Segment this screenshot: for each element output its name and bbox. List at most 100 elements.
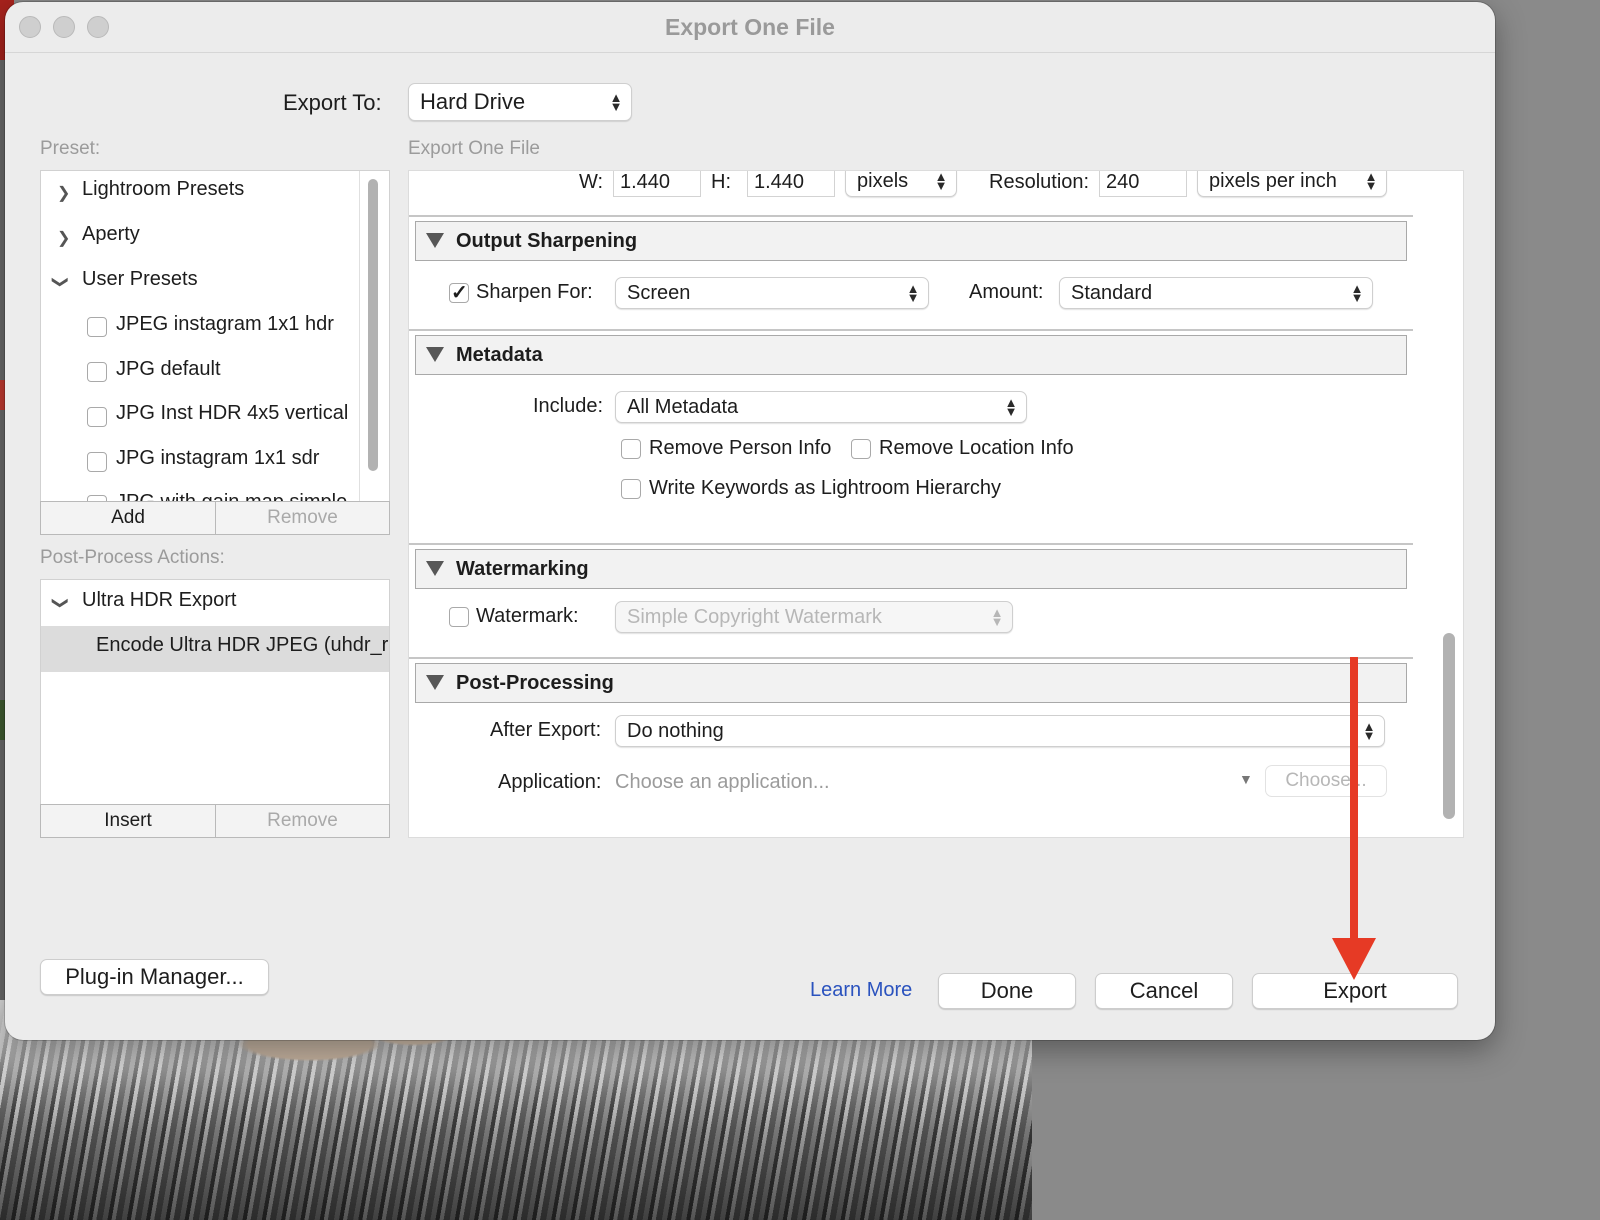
- section-divider: [409, 543, 1413, 545]
- post-process-caption: Post-Process Actions:: [40, 547, 225, 568]
- write-keywords-checkbox[interactable]: [621, 479, 641, 499]
- done-button[interactable]: Done: [938, 973, 1076, 1009]
- up-down-chevron-icon: ▲ ▼: [934, 170, 948, 193]
- after-export-label: After Export:: [490, 719, 602, 741]
- learn-more-link[interactable]: Learn More: [810, 979, 912, 1002]
- watermark-select[interactable]: Simple Copyright Watermark ▲ ▼: [615, 601, 1013, 633]
- add-preset-button[interactable]: Add: [40, 501, 216, 535]
- export-to-label: Export To:: [283, 90, 382, 115]
- application-label: Application:: [498, 771, 602, 793]
- preset-caption: Preset:: [40, 138, 101, 159]
- height-field[interactable]: 1.440: [747, 171, 835, 197]
- disclosure-triangle-icon: [426, 561, 444, 576]
- remove-person-info-label: Remove Person Info: [649, 437, 832, 459]
- amount-label: Amount:: [969, 281, 1044, 303]
- resolution-field[interactable]: 240: [1099, 171, 1187, 197]
- annotation-arrow-shaft: [1350, 657, 1358, 947]
- up-down-chevron-icon: ▲ ▼: [609, 90, 623, 114]
- preset-checkbox[interactable]: [87, 317, 107, 337]
- export-to-value: Hard Drive: [420, 89, 526, 114]
- watermarking-header[interactable]: Watermarking: [415, 549, 1407, 589]
- watermark-label: Watermark:: [476, 605, 579, 627]
- insert-action-button[interactable]: Insert: [40, 804, 216, 838]
- resolution-label: Resolution:: [989, 171, 1090, 193]
- up-down-chevron-icon: ▲ ▼: [1364, 170, 1378, 193]
- output-sharpening-title: Output Sharpening: [456, 230, 638, 252]
- metadata-title: Metadata: [456, 344, 543, 366]
- export-to-select[interactable]: Hard Drive ▲ ▼: [408, 83, 632, 121]
- settings-caption: Export One File: [408, 138, 540, 159]
- preset-item[interactable]: JPG instagram 1x1 sdr: [116, 447, 319, 470]
- amount-value: Standard: [1071, 282, 1153, 304]
- remove-person-info-checkbox[interactable]: [621, 439, 641, 459]
- scrollbar-track: [359, 171, 360, 501]
- dropdown-arrow-icon[interactable]: ▼: [1239, 771, 1253, 787]
- preset-checkbox[interactable]: [87, 407, 107, 427]
- amount-select[interactable]: Standard ▲ ▼: [1059, 277, 1373, 309]
- remove-location-info-label: Remove Location Info: [879, 437, 1074, 459]
- post-processing-header[interactable]: Post-Processing: [415, 663, 1407, 703]
- write-keywords-label: Write Keywords as Lightroom Hierarchy: [649, 477, 1001, 499]
- metadata-header[interactable]: Metadata: [415, 335, 1407, 375]
- size-unit-select[interactable]: pixels ▲ ▼: [845, 170, 957, 197]
- post-process-list[interactable]: ❯ Ultra HDR Export Encode Ultra HDR JPEG…: [40, 579, 390, 805]
- width-field[interactable]: 1.440: [613, 171, 701, 197]
- preset-checkbox[interactable]: [87, 452, 107, 472]
- sharpen-for-checkbox[interactable]: [449, 280, 469, 305]
- chevron-down-icon[interactable]: ❯: [51, 596, 71, 609]
- after-export-value: Do nothing: [627, 720, 724, 742]
- preset-item[interactable]: JPEG instagram 1x1 hdr: [116, 313, 334, 336]
- disclosure-triangle-icon: [426, 347, 444, 362]
- post-processing-title: Post-Processing: [456, 672, 614, 694]
- sharpen-for-label: Sharpen For:: [476, 281, 593, 303]
- include-label: Include:: [533, 395, 604, 417]
- height-label: H:: [711, 171, 731, 193]
- up-down-chevron-icon: ▲ ▼: [906, 281, 920, 305]
- chevron-down-icon[interactable]: ❯: [51, 275, 71, 288]
- remove-action-button[interactable]: Remove: [215, 804, 390, 838]
- size-unit-value: pixels: [857, 170, 909, 192]
- preset-scrollbar[interactable]: [368, 179, 378, 471]
- watermarking-title: Watermarking: [456, 558, 589, 580]
- resolution-unit-value: pixels per inch: [1209, 170, 1337, 192]
- export-dialog: Export One File Export To: Hard Drive ▲ ▼…: [5, 2, 1495, 1040]
- chevron-right-icon[interactable]: ❯: [57, 183, 70, 203]
- up-down-chevron-icon: ▲ ▼: [1362, 719, 1376, 743]
- post-process-action[interactable]: Encode Ultra HDR JPEG (uhdr_r: [96, 634, 388, 657]
- post-process-group[interactable]: Ultra HDR Export: [82, 589, 236, 612]
- cancel-button[interactable]: Cancel: [1095, 973, 1233, 1009]
- remove-location-info-checkbox[interactable]: [851, 439, 871, 459]
- width-label: W:: [579, 171, 604, 193]
- include-metadata-select[interactable]: All Metadata ▲ ▼: [615, 391, 1027, 423]
- remove-preset-button[interactable]: Remove: [215, 501, 390, 535]
- title-bar: Export One File: [5, 2, 1495, 53]
- watermark-checkbox[interactable]: [449, 607, 469, 627]
- sharpen-for-select[interactable]: Screen ▲ ▼: [615, 277, 929, 309]
- section-divider: [409, 329, 1413, 331]
- sharpen-for-value: Screen: [627, 282, 691, 304]
- preset-item[interactable]: JPG default: [116, 358, 221, 381]
- export-settings-panel: W: 1.440 H: 1.440 pixels ▲ ▼ Resolution: …: [408, 170, 1464, 838]
- preset-item[interactable]: JPG Inst HDR 4x5 vertical: [116, 402, 348, 425]
- disclosure-triangle-icon: [426, 233, 444, 248]
- settings-scrollbar[interactable]: [1443, 633, 1455, 819]
- preset-group-aperty[interactable]: Aperty: [82, 223, 140, 246]
- preset-checkbox[interactable]: [87, 362, 107, 382]
- preset-group-user[interactable]: User Presets: [82, 268, 198, 291]
- preset-group-lightroom[interactable]: Lightroom Presets: [82, 178, 244, 201]
- up-down-chevron-icon: ▲ ▼: [1004, 395, 1018, 419]
- preset-list[interactable]: ❯ Lightroom Presets ❯ Aperty ❯ User Pres…: [40, 170, 390, 502]
- chevron-right-icon[interactable]: ❯: [57, 228, 70, 248]
- after-export-select[interactable]: Do nothing ▲ ▼: [615, 715, 1385, 747]
- section-divider: [409, 657, 1413, 659]
- output-sharpening-header[interactable]: Output Sharpening: [415, 221, 1407, 261]
- plugin-manager-button[interactable]: Plug-in Manager...: [40, 959, 269, 995]
- watermark-value: Simple Copyright Watermark: [627, 606, 882, 628]
- choose-application-button[interactable]: Choose...: [1265, 765, 1387, 797]
- disclosure-triangle-icon: [426, 675, 444, 690]
- annotation-arrow-icon: [1332, 938, 1376, 980]
- section-divider: [409, 215, 1413, 217]
- application-input[interactable]: Choose an application...: [615, 771, 830, 794]
- resolution-unit-select[interactable]: pixels per inch ▲ ▼: [1197, 170, 1387, 197]
- up-down-chevron-icon: ▲ ▼: [990, 605, 1004, 629]
